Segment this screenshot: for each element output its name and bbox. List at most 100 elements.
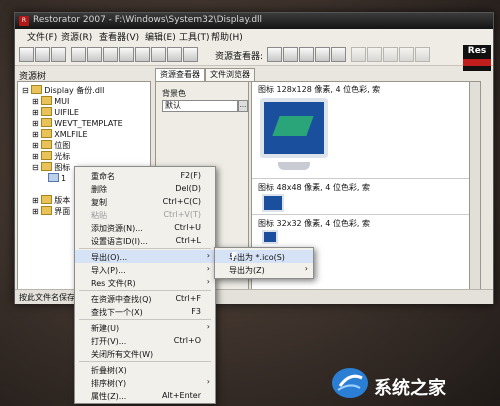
folder-icon (41, 96, 53, 105)
menu-resource[interactable]: 资源(R) (61, 30, 92, 43)
chevron-right-icon: › (206, 277, 210, 286)
ctx-add-resource[interactable]: 添加资源(N)... Ctrl+U (75, 221, 215, 234)
tree-item-uifile[interactable]: ⊞ UIFILE (32, 107, 79, 117)
status-text: 按此文件名保存 (19, 293, 75, 302)
chevron-right-icon: › (206, 251, 210, 260)
tree-item-bitmap[interactable]: ⊞ 位图 (32, 140, 70, 151)
find-icon[interactable] (119, 47, 134, 62)
viewer-label: 资源查看器: (215, 52, 264, 62)
monitor-stand (278, 162, 310, 170)
tree-item-version[interactable]: ⊞ 版本 (32, 195, 70, 206)
tree-item-xmlfile[interactable]: ⊞ XMLFILE (32, 129, 88, 139)
monitor-icon-large (260, 98, 328, 158)
icon-resource-icon (48, 173, 59, 182)
export-icon[interactable] (71, 47, 86, 62)
ctx-open[interactable]: 打开(V)... Ctrl+O (75, 334, 215, 347)
ctx-delete[interactable]: 删除 Del(D) (75, 182, 215, 195)
ctx-paste[interactable]: 粘贴 Ctrl+V(T) (75, 208, 215, 221)
vertical-scrollbar[interactable] (469, 81, 481, 291)
ctx-collapse-tree[interactable]: 折叠树(X) (75, 363, 215, 376)
monitor-icon-small (262, 230, 278, 244)
monitor-icon-medium (262, 194, 284, 212)
restorator-logo: Res (463, 45, 491, 71)
menu-tools[interactable]: 工具(T) (179, 30, 210, 43)
chevron-right-icon: › (206, 264, 210, 273)
tree-item-cursor[interactable]: ⊞ 光标 (32, 151, 70, 162)
arrow-left-icon[interactable] (351, 47, 366, 62)
menu-help[interactable]: 帮助(H) (211, 30, 243, 43)
icon-caption-128: 图标 128x128 像素, 4 位色彩, 索 (258, 85, 381, 94)
icon-caption-48: 图标 48x48 像素, 4 位色彩, 索 (258, 183, 370, 192)
ctx-export[interactable]: 导出(O)... › (75, 250, 215, 263)
icon-caption-32: 图标 32x32 像素, 4 位色彩, 索 (258, 219, 370, 228)
ctx-properties[interactable]: 属性(Z)... Alt+Enter (75, 389, 215, 402)
folder-icon (41, 107, 53, 116)
chevron-right-icon: › (206, 377, 210, 386)
folder-icon (41, 118, 53, 127)
revert-icon[interactable] (415, 47, 430, 62)
menu-edit[interactable]: 编辑(E) (145, 30, 176, 43)
viewer-dialog-icon[interactable] (315, 47, 330, 62)
ctx-close-all[interactable]: 关闭所有文件(W) (75, 347, 215, 360)
ctx-rename[interactable]: 重命名 F2(F) (75, 169, 215, 182)
background-select[interactable]: 默认 (162, 100, 238, 112)
folder-icon (41, 162, 53, 171)
viewer-rc-icon[interactable] (299, 47, 314, 62)
properties-icon[interactable] (183, 47, 198, 62)
arrow-right-icon[interactable] (367, 47, 382, 62)
tab-resource-viewer[interactable]: 资源查看器 (155, 68, 205, 82)
menu-file[interactable]: 文件(F) (27, 30, 57, 43)
title-bar: R Restorator 2007 - F:\Windows\System32\… (15, 13, 493, 29)
ctx-copy[interactable]: 复制 Ctrl+C(C) (75, 195, 215, 208)
options-icon[interactable] (167, 47, 182, 62)
background-browse-button[interactable]: ... (238, 100, 248, 112)
ctx-import[interactable]: 导入(P)... › (75, 263, 215, 276)
tree-item-mui[interactable]: ⊞ MUI (32, 96, 69, 106)
viewer-hex-icon[interactable] (283, 47, 298, 62)
folder-icon (41, 195, 53, 204)
tree-item-ui[interactable]: ⊞ 界面 (32, 206, 70, 217)
edit-icon[interactable] (103, 47, 118, 62)
watermark: 系统之家 (330, 366, 500, 402)
tab-file-browser[interactable]: 文件浏览器 (205, 68, 255, 82)
ctx-find-next[interactable]: 查找下一个(X) F3 (75, 305, 215, 318)
ctx-sort-tree[interactable]: 排序树(Y) › (75, 376, 215, 389)
folder-icon (41, 151, 53, 160)
tree-item-icon[interactable]: ⊟ 图标 (32, 162, 70, 173)
viewer-image-icon[interactable] (267, 47, 282, 62)
chevron-right-icon: › (304, 264, 308, 273)
context-menu: 重命名 F2(F) 删除 Del(D) 复制 Ctrl+C(C) 粘贴 Ctrl+V(T… (74, 166, 216, 404)
dll-icon (31, 85, 43, 94)
folder-icon (41, 129, 53, 138)
chevron-right-icon: › (206, 322, 210, 331)
tree-item-wevt[interactable]: ⊞ WEVT_TEMPLATE (32, 118, 123, 128)
new-file-icon[interactable] (19, 47, 34, 62)
viewer-web-icon[interactable] (331, 47, 346, 62)
tree-root[interactable]: ⊟ Display 备份.dll (22, 85, 104, 96)
import-icon[interactable] (87, 47, 102, 62)
move-icon[interactable] (383, 47, 398, 62)
folder-icon (41, 140, 53, 149)
watermark-logo-icon (332, 368, 368, 398)
app-icon: R (19, 16, 29, 26)
toolbar: 资源查看器: Res (15, 43, 493, 71)
menu-viewer[interactable]: 查看器(V) (99, 30, 139, 43)
ctx-new[interactable]: 新建(U) › (75, 321, 215, 334)
watermark-text: 系统之家 (374, 378, 446, 399)
check-icon[interactable] (399, 47, 414, 62)
export-submenu: 导出为 *.ico(S) 导出为(Z) › (214, 247, 314, 279)
ctx-res-file[interactable]: Res 文件(R) › (75, 276, 215, 289)
menu-bar: 文件(F) 资源(R) 查看器(V) 编辑(E) 工具(T) 帮助(H) (15, 29, 493, 43)
folder-icon (41, 206, 53, 215)
find-next-icon[interactable] (135, 47, 150, 62)
export-as[interactable]: 导出为(Z) › (215, 263, 313, 276)
tree-subitem[interactable]: 1 (48, 173, 66, 183)
open-folder-icon[interactable] (35, 47, 50, 62)
save-icon[interactable] (51, 47, 66, 62)
collapse-icon[interactable] (151, 47, 166, 62)
ctx-find[interactable]: 在资源中查找(Q) Ctrl+F (75, 292, 215, 305)
export-as-ico[interactable]: 导出为 *.ico(S) (215, 250, 313, 263)
background-label: 背景色 (162, 89, 186, 98)
window-title: Restorator 2007 - F:\Windows\System32\Di… (33, 15, 263, 25)
ctx-set-language[interactable]: 设置语言ID(I)... Ctrl+L (75, 234, 215, 247)
